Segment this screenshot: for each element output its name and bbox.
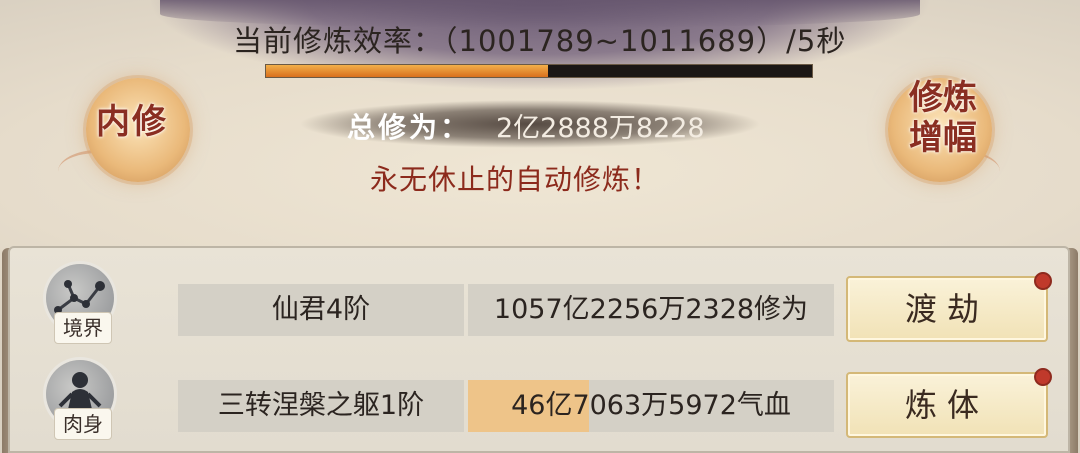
- cultivation-progress-bar: [265, 64, 813, 78]
- realm-row: 境界 仙君4阶 1057亿2256万2328修为 渡劫: [24, 260, 1054, 344]
- auto-cultivation-text: 永无休止的自动修炼！: [370, 163, 661, 196]
- cultivation-rate: 当前修炼效率：（1001789~1011689）/5秒: [233, 18, 846, 62]
- cultivation-rate-label: 当前修炼效率：: [233, 24, 444, 58]
- total-cultivation-value: 2亿2888万8228: [496, 113, 705, 144]
- pin-icon: [1034, 368, 1052, 386]
- realm-requirement: 1057亿2256万2328修为: [468, 284, 834, 336]
- body-row: 肉身 三转涅槃之躯1阶 46亿7063万5972气血 炼体: [24, 356, 1054, 440]
- body-requirement: 46亿7063万5972气血: [468, 380, 834, 432]
- total-cultivation-label: 总修为：: [347, 111, 472, 144]
- realm-requirement-text: 1057亿2256万2328修为: [493, 294, 809, 325]
- realm-name: 仙君4阶: [178, 284, 464, 336]
- tribulation-button[interactable]: 渡劫: [846, 272, 1052, 342]
- cultivation-boost-label: 修炼 增幅: [900, 78, 986, 158]
- realm-icon-group: 境界: [36, 262, 134, 344]
- body-icon-group: 肉身: [36, 358, 134, 440]
- body-requirement-text: 46亿7063万5972气血: [511, 390, 791, 421]
- body-name: 三转涅槃之躯1阶: [178, 380, 464, 432]
- body-icon-label: 肉身: [54, 408, 112, 440]
- pin-icon: [1034, 272, 1052, 290]
- cultivation-rate-value: （1001789~1011689）/5秒: [443, 24, 847, 58]
- inner-cultivation-label: 内修: [96, 102, 168, 142]
- tribulation-button-label: 渡劫: [904, 290, 989, 328]
- realm-icon-label: 境界: [54, 312, 112, 344]
- body-refine-button[interactable]: 炼体: [846, 368, 1052, 438]
- body-refine-button-label: 炼体: [904, 386, 989, 424]
- cultivation-progress-fill: [266, 65, 548, 77]
- cultivation-boost-label-line1: 修炼: [909, 78, 977, 118]
- cultivation-boost-label-line2: 增幅: [909, 118, 977, 158]
